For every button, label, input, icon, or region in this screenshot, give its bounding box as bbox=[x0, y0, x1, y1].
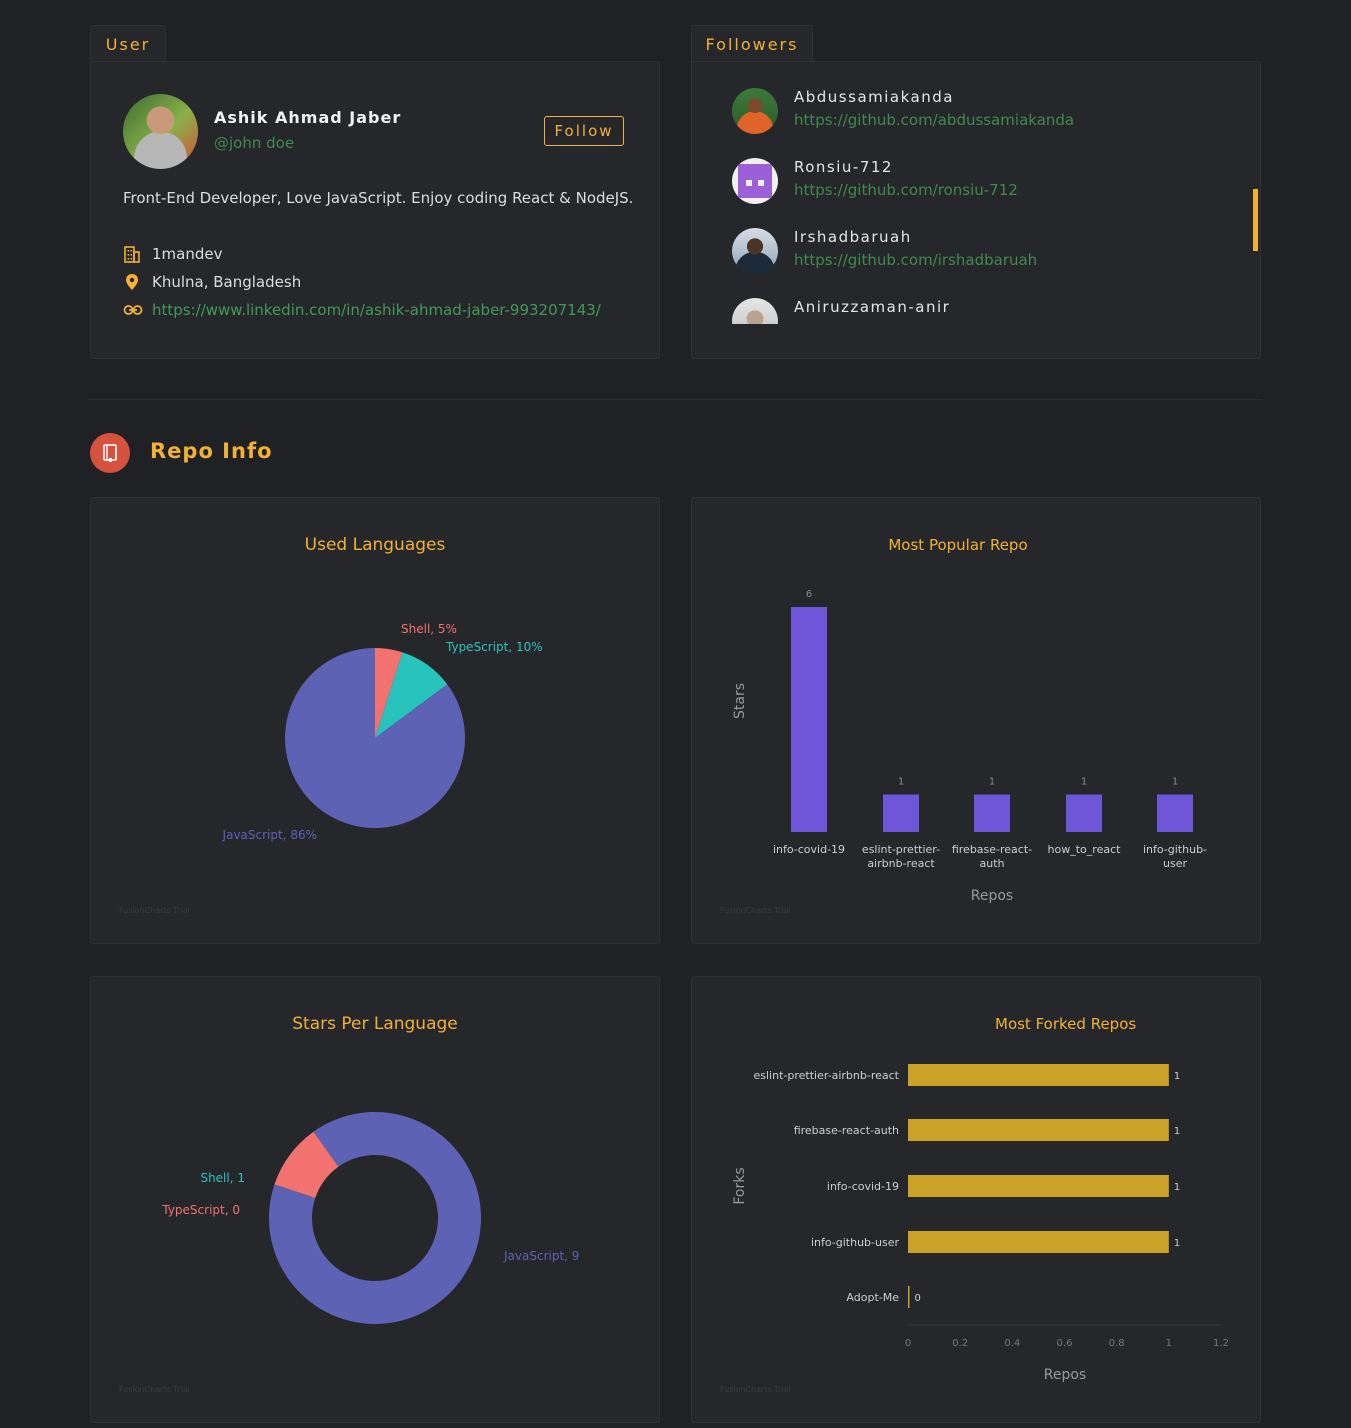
follower-name: Irshadbaruah bbox=[794, 228, 912, 246]
most-popular-card: Most Popular Repo 6 info-covid-19 1 eslint-… bbox=[691, 497, 1261, 944]
trial-watermark: FusionCharts Trial bbox=[119, 906, 190, 915]
bar-value-label: 0 bbox=[915, 1293, 921, 1304]
section-divider bbox=[88, 399, 1262, 400]
x-tick-label: 0.4 bbox=[1004, 1338, 1020, 1349]
donut-label: Shell, 1 bbox=[200, 1171, 245, 1185]
bar-value-label: 1 bbox=[1174, 1126, 1180, 1137]
pie-label: Shell, 5% bbox=[401, 622, 457, 636]
bar-value-label: 1 bbox=[1081, 777, 1087, 788]
used-languages-card: Used Languages Shell, 5% TypeScript, 10% J… bbox=[90, 497, 660, 944]
follower-avatar bbox=[732, 298, 778, 324]
follower-link[interactable]: https://github.com/irshadbaruah bbox=[794, 251, 1037, 269]
blog-row: https://www.linkedin.com/in/ashik-ahmad-… bbox=[123, 301, 601, 319]
bar-value-label: 6 bbox=[806, 589, 812, 600]
bar bbox=[1066, 794, 1102, 832]
bar-value-label: 1 bbox=[989, 777, 995, 788]
y-tick-label: Adopt-Me bbox=[846, 1291, 899, 1304]
followers-tab-label: Followers bbox=[705, 35, 799, 54]
bar bbox=[908, 1231, 1169, 1253]
followers-card: Abdussamiakanda https://github.com/abdus… bbox=[691, 61, 1261, 359]
x-tick-label: user bbox=[1163, 857, 1187, 870]
follower-link[interactable]: https://github.com/ronsiu-712 bbox=[794, 181, 1018, 199]
trial-watermark: FusionCharts Trial bbox=[720, 906, 791, 915]
company-text: 1mandev bbox=[152, 245, 223, 263]
most-popular-bar-chart: 6 info-covid-19 1 eslint-prettier-airbnb-re… bbox=[732, 589, 1207, 904]
follow-button[interactable]: Follow bbox=[544, 116, 624, 146]
x-tick-label: 0.8 bbox=[1109, 1338, 1125, 1349]
x-tick-label: info-github- bbox=[1143, 843, 1207, 856]
y-tick-label: eslint-prettier-airbnb-react bbox=[753, 1069, 899, 1082]
bar-value-label: 1 bbox=[1174, 1238, 1180, 1249]
bar bbox=[974, 794, 1010, 832]
follower-avatar bbox=[732, 158, 778, 204]
stars-per-language-donut: JavaScript, 9 Shell, 1 TypeScript, 0 bbox=[161, 1112, 579, 1324]
bar-value-label: 1 bbox=[898, 777, 904, 788]
y-axis-label: Forks bbox=[732, 1167, 748, 1204]
x-tick-label: airbnb-react bbox=[867, 857, 935, 870]
x-axis-label: Repos bbox=[971, 888, 1013, 904]
pie-label: JavaScript, 86% bbox=[222, 828, 317, 842]
x-tick-label: 1 bbox=[1166, 1338, 1172, 1349]
user-tab: User bbox=[90, 25, 166, 63]
follower-link[interactable]: https://github.com/abdussamiakanda bbox=[794, 111, 1074, 129]
follower-name: Aniruzzaman-anir bbox=[794, 298, 951, 316]
follower-name: Abdussamiakanda bbox=[794, 88, 954, 106]
follower-name: Ronsiu-712 bbox=[794, 158, 893, 176]
user-avatar bbox=[123, 94, 198, 169]
x-axis-label: Repos bbox=[1044, 1367, 1086, 1383]
building-icon bbox=[123, 245, 143, 263]
x-tick-label: 1.2 bbox=[1213, 1338, 1229, 1349]
bar-value-label: 1 bbox=[1174, 1182, 1180, 1193]
user-name: Ashik Ahmad Jaber bbox=[214, 108, 402, 127]
donut-label: TypeScript, 0 bbox=[161, 1203, 240, 1217]
follower-avatar bbox=[732, 88, 778, 134]
company-row: 1mandev bbox=[123, 245, 222, 263]
followers-tab: Followers bbox=[691, 25, 813, 63]
bar bbox=[883, 794, 919, 832]
donut-label: JavaScript, 9 bbox=[503, 1249, 579, 1263]
followers-scrollbar[interactable] bbox=[1253, 189, 1258, 251]
follower-avatar bbox=[732, 228, 778, 274]
used-languages-pie: Shell, 5% TypeScript, 10% JavaScript, 86% bbox=[222, 622, 543, 842]
x-tick-label: 0.2 bbox=[952, 1338, 968, 1349]
map-pin-icon bbox=[123, 273, 143, 291]
y-tick-label: info-covid-19 bbox=[827, 1180, 899, 1193]
trial-watermark: FusionCharts Trial bbox=[720, 1385, 791, 1394]
link-icon bbox=[123, 303, 143, 317]
location-text: Khulna, Bangladesh bbox=[152, 273, 302, 291]
location-row: Khulna, Bangladesh bbox=[123, 273, 301, 291]
y-tick-label: firebase-react-auth bbox=[794, 1124, 899, 1137]
bar-value-label: 1 bbox=[1172, 777, 1178, 788]
trial-watermark: FusionCharts Trial bbox=[119, 1385, 190, 1394]
bar bbox=[791, 607, 827, 832]
x-tick-label: info-covid-19 bbox=[773, 843, 845, 856]
stars-per-language-card: Stars Per Language JavaScript, 9 Shell, 1… bbox=[90, 976, 660, 1423]
user-card: Ashik Ahmad Jaber @john doe Follow Front… bbox=[90, 61, 660, 359]
x-tick-label: 0 bbox=[905, 1338, 911, 1349]
x-tick-label: firebase-react- bbox=[952, 843, 1032, 856]
y-axis-label: Stars bbox=[732, 683, 748, 719]
bar bbox=[1157, 794, 1193, 832]
bar bbox=[908, 1064, 1169, 1086]
user-handle: @john doe bbox=[214, 134, 295, 152]
x-tick-label: eslint-prettier- bbox=[862, 843, 940, 856]
followers-list[interactable]: Abdussamiakanda https://github.com/abdus… bbox=[692, 62, 1260, 324]
x-tick-label: how_to_react bbox=[1048, 843, 1122, 856]
bar bbox=[908, 1175, 1169, 1197]
x-tick-label: auth bbox=[980, 857, 1005, 870]
most-forked-bar-chart: 1 eslint-prettier-airbnb-react 1 firebase-r… bbox=[732, 1064, 1229, 1383]
bar bbox=[908, 1286, 910, 1308]
user-tab-label: User bbox=[105, 35, 151, 54]
bar bbox=[908, 1119, 1169, 1141]
most-forked-card: Most Forked Repos 1 eslint-prettier-airbn… bbox=[691, 976, 1261, 1423]
repo-info-title: Repo Info bbox=[150, 439, 273, 463]
y-tick-label: info-github-user bbox=[811, 1236, 900, 1249]
pie-label: TypeScript, 10% bbox=[445, 640, 543, 654]
user-bio: Front-End Developer, Love JavaScript. En… bbox=[123, 189, 634, 207]
blog-link[interactable]: https://www.linkedin.com/in/ashik-ahmad-… bbox=[152, 301, 601, 319]
book-icon bbox=[90, 433, 130, 473]
bar-value-label: 1 bbox=[1174, 1071, 1180, 1082]
x-tick-label: 0.6 bbox=[1057, 1338, 1073, 1349]
